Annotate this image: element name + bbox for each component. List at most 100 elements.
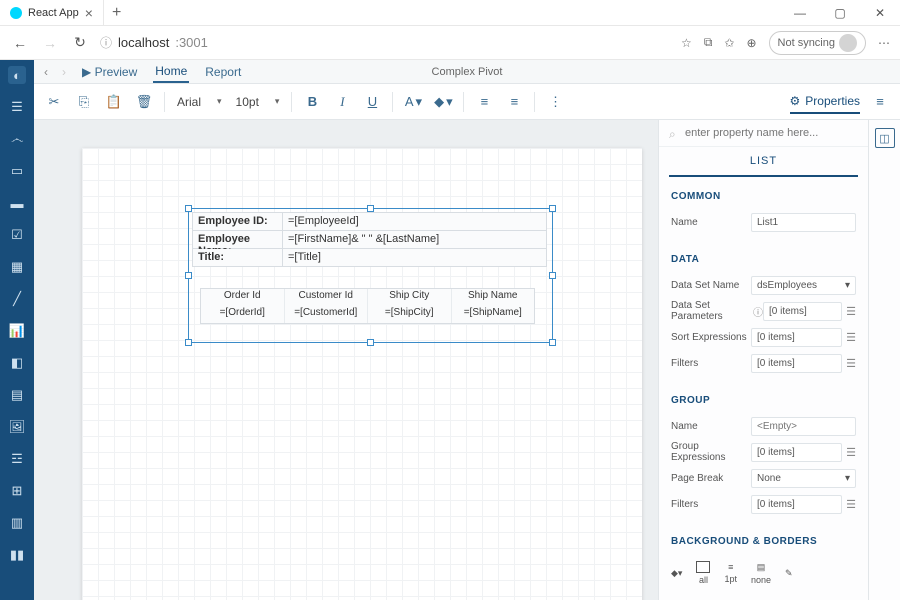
spine-image-icon[interactable]: 🖼 <box>8 418 26 436</box>
field-expr[interactable]: =[EmployeeId] <box>283 213 546 230</box>
pagebreak-select[interactable]: None▾ <box>751 469 856 488</box>
resize-handle[interactable] <box>549 272 556 279</box>
spine-chart-icon[interactable]: 📊 <box>8 322 26 340</box>
spine-doc-icon[interactable]: ▤ <box>8 386 26 404</box>
refresh-icon[interactable]: ↻ <box>70 34 90 51</box>
spine-line-icon[interactable]: ╱ <box>8 290 26 308</box>
col-header[interactable]: Ship Name <box>452 289 535 306</box>
font-color-icon[interactable]: A ▾ <box>403 92 423 112</box>
spine-text-icon[interactable]: ▬ <box>8 194 26 212</box>
paste-icon[interactable]: 📋 <box>104 92 124 112</box>
resize-handle[interactable] <box>367 339 374 346</box>
params-box[interactable]: [0 items] <box>763 302 842 321</box>
table-block[interactable]: Order Id Customer Id Ship City Ship Name… <box>200 288 535 324</box>
dataset-select[interactable]: dsEmployees▾ <box>751 276 856 295</box>
col-header[interactable]: Customer Id <box>285 289 369 306</box>
browser-tab[interactable]: React App × <box>0 0 104 26</box>
sync-button[interactable]: Not syncing <box>769 31 866 55</box>
more-options-icon[interactable]: ⋮ <box>545 92 565 112</box>
field-label: Employee Name: <box>193 231 283 248</box>
back-icon[interactable]: ← <box>10 35 30 51</box>
right-spine: ◫ <box>868 120 900 600</box>
data-icon[interactable]: ≡ <box>870 92 890 112</box>
groupexpr-box[interactable]: [0 items] <box>751 443 842 462</box>
italic-icon[interactable]: I <box>332 92 352 112</box>
edit-list-icon[interactable]: ☰ <box>846 357 856 370</box>
forward-icon[interactable]: → <box>40 35 60 51</box>
group-name-input[interactable] <box>751 417 856 436</box>
close-window-icon[interactable]: ✕ <box>860 0 900 26</box>
resize-handle[interactable] <box>185 205 192 212</box>
edit-list-icon[interactable]: ☰ <box>846 331 856 344</box>
bold-icon[interactable]: B <box>302 92 322 112</box>
copy-icon[interactable]: ⎘ <box>74 92 94 112</box>
cell-expr[interactable]: =[ShipName] <box>452 306 535 323</box>
edit-list-icon[interactable]: ☰ <box>846 446 856 459</box>
fill-color-icon[interactable]: ◆ ▾ <box>433 92 453 112</box>
home-tab[interactable]: Home <box>153 61 189 83</box>
panel-toggle-icon[interactable]: ◫ <box>875 128 895 148</box>
border-all-button[interactable]: all <box>696 561 710 585</box>
new-tab-button[interactable]: + <box>104 4 129 22</box>
spine-cursor-icon[interactable]: ◐ <box>8 66 26 84</box>
collections-icon[interactable]: ⊕ <box>746 36 756 50</box>
field-expr[interactable]: =[Title] <box>283 249 546 266</box>
address-bar[interactable]: ⓘ localhost:3001 <box>100 34 671 51</box>
spine-table-icon[interactable]: ▦ <box>8 258 26 276</box>
property-search-input[interactable] <box>669 127 858 139</box>
redo-icon[interactable]: › <box>62 65 66 79</box>
size-select[interactable]: 10pt▾ <box>234 93 282 111</box>
resize-handle[interactable] <box>185 272 192 279</box>
align-left-icon[interactable]: ≡ <box>474 92 494 112</box>
spine-list-icon[interactable]: ☲ <box>8 450 26 468</box>
spine-check-icon[interactable]: ☑ <box>8 226 26 244</box>
border-style-button[interactable]: ▤none <box>751 562 771 585</box>
resize-handle[interactable] <box>549 339 556 346</box>
spine-grid-icon[interactable]: ⊞ <box>8 482 26 500</box>
spine-tree-icon[interactable]: ෴ <box>8 130 26 148</box>
edit-list-icon[interactable]: ☰ <box>846 305 856 318</box>
bg-color-button[interactable]: ◆▾ <box>671 568 682 579</box>
border-color-button[interactable]: ✎ <box>785 568 793 579</box>
spine-shape-icon[interactable]: ◧ <box>8 354 26 372</box>
col-header[interactable]: Order Id <box>201 289 285 306</box>
cut-icon[interactable]: ✂ <box>44 92 64 112</box>
delete-icon[interactable]: 🗑 <box>134 92 154 112</box>
col-header[interactable]: Ship City <box>368 289 452 306</box>
resize-handle[interactable] <box>549 205 556 212</box>
resize-handle[interactable] <box>367 205 374 212</box>
underline-icon[interactable]: U <box>362 92 382 112</box>
maximize-icon[interactable]: ▢ <box>820 0 860 26</box>
undo-icon[interactable]: ‹ <box>44 65 48 79</box>
spine-container-icon[interactable]: ▭ <box>8 162 26 180</box>
preview-tab[interactable]: ▶ Preview <box>80 62 139 82</box>
properties-tab[interactable]: ⚙ Properties <box>790 94 860 114</box>
list-tab[interactable]: LIST <box>669 147 858 177</box>
align-center-icon[interactable]: ≡ <box>504 92 524 112</box>
edit-list-icon[interactable]: ☰ <box>846 498 856 511</box>
font-select[interactable]: Arial▾ <box>175 93 224 111</box>
spine-data-icon[interactable]: ▥ <box>8 514 26 532</box>
info-icon[interactable]: ⓘ <box>753 304 763 319</box>
resize-handle[interactable] <box>185 339 192 346</box>
more-icon[interactable]: ⋯ <box>878 36 890 50</box>
report-tab[interactable]: Report <box>203 62 243 82</box>
spine-menu-icon[interactable]: ☰ <box>8 98 26 116</box>
minimize-icon[interactable]: — <box>780 0 820 26</box>
name-input[interactable] <box>751 213 856 232</box>
border-width-button[interactable]: ≡1pt <box>724 562 737 584</box>
report-page[interactable]: Employee ID:=[EmployeeId] Employee Name:… <box>82 148 642 600</box>
star-icon[interactable]: ☆ <box>681 36 692 50</box>
filters-box[interactable]: [0 items] <box>751 354 842 373</box>
favorites-icon[interactable]: ✩ <box>724 36 734 50</box>
field-expr[interactable]: =[FirstName]& " " &[LastName] <box>283 231 546 248</box>
cell-expr[interactable]: =[OrderId] <box>201 306 285 323</box>
spine-bars-icon[interactable]: ▮▮ <box>8 546 26 564</box>
group-filters-box[interactable]: [0 items] <box>751 495 842 514</box>
sort-box[interactable]: [0 items] <box>751 328 842 347</box>
form-block[interactable]: Employee ID:=[EmployeeId] Employee Name:… <box>192 212 547 266</box>
cell-expr[interactable]: =[CustomerId] <box>285 306 369 323</box>
reader-icon[interactable]: ⧉ <box>704 35 713 50</box>
close-tab-icon[interactable]: × <box>85 5 93 21</box>
cell-expr[interactable]: =[ShipCity] <box>368 306 452 323</box>
